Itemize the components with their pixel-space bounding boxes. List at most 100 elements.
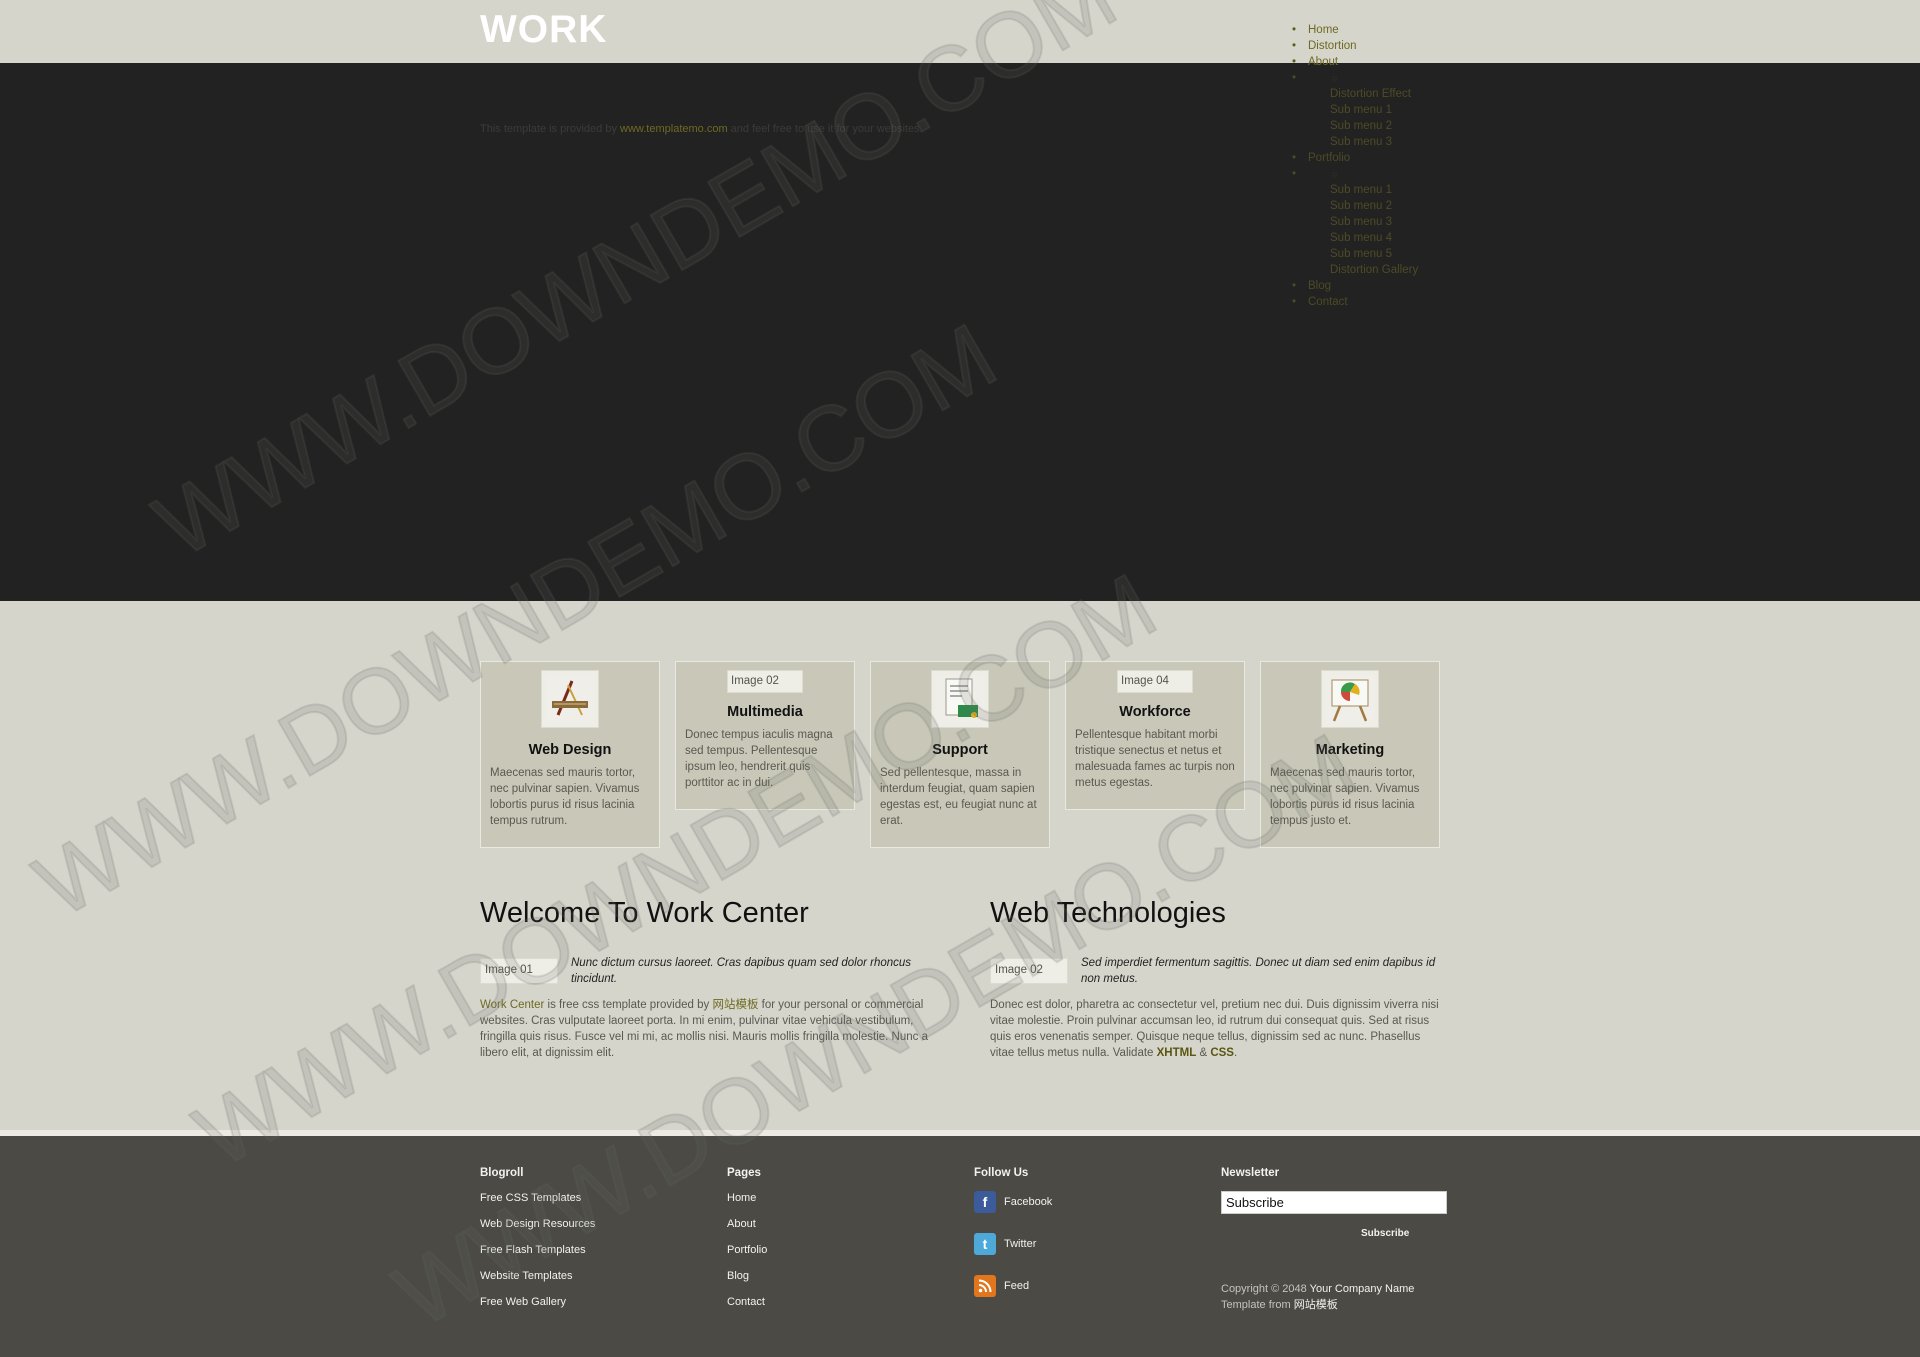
menu-item-label: Blog <box>1308 280 1332 292</box>
service-title: Multimedia <box>727 704 803 720</box>
menu-item-home[interactable]: Home <box>1290 22 1418 38</box>
follow-label: Feed <box>1004 1280 1030 1292</box>
submenu-item-label: Sub menu 5 <box>1330 248 1393 260</box>
submenu-item[interactable]: Sub menu 1 <box>1308 102 1418 118</box>
portfolio-submenu: Sub menu 1 Sub menu 2 Sub menu 3 Sub men… <box>1290 166 1418 278</box>
footer-heading: Blogroll <box>480 1167 524 1179</box>
menu-item-label: Home <box>1308 24 1339 36</box>
feed-link[interactable]: Feed <box>974 1265 1052 1307</box>
service-box-support: Support Sed pellentesque, massa in inter… <box>870 661 1050 848</box>
service-box-marketing: Marketing Maecenas sed mauris tortor, ne… <box>1260 661 1440 848</box>
about-submenu: Distortion Effect Sub menu 1 Sub menu 2 … <box>1290 70 1418 150</box>
template-credit-line: Template from 网站模板 <box>1221 1297 1414 1313</box>
pages-link-blog[interactable]: Blog <box>727 1270 767 1296</box>
menu-item-blog[interactable]: Blog <box>1290 278 1418 294</box>
footer-blogroll: Blogroll Free CSS Templates Web Design R… <box>480 1167 595 1322</box>
blogroll-link[interactable]: Free CSS Templates <box>480 1192 595 1218</box>
pages-link-contact[interactable]: Contact <box>727 1296 767 1322</box>
menu-item-contact[interactable]: Contact <box>1290 294 1418 310</box>
copyright: Copyright © 2048 Your Company Name Templ… <box>1221 1281 1414 1313</box>
main-menu: Home Distortion About Distortion Effect … <box>1290 22 1418 310</box>
tech-text-part: . <box>1233 1047 1238 1059</box>
submenu-placeholder <box>1308 70 1418 86</box>
template-credit-link[interactable]: 网站模板 <box>1294 1299 1338 1311</box>
submenu-item-label: Sub menu 4 <box>1330 232 1393 244</box>
rss-icon <box>974 1275 996 1297</box>
submenu-item[interactable]: Distortion Gallery <box>1308 262 1418 278</box>
pages-link-home[interactable]: Home <box>727 1192 767 1218</box>
welcome-title: Welcome To Work Center <box>480 897 809 929</box>
service-box-workforce: Image 04 Workforce Pellentesque habitant… <box>1065 661 1245 810</box>
facebook-link[interactable]: f Facebook <box>974 1181 1052 1223</box>
menu-item-distortion[interactable]: Distortion <box>1290 38 1418 54</box>
follow-label: Facebook <box>1004 1196 1053 1208</box>
footer-follow: Follow Us f Facebook t Twitter Feed <box>974 1167 1052 1307</box>
pages-link-portfolio[interactable]: Portfolio <box>727 1244 767 1270</box>
submenu-item-label: Sub menu 1 <box>1330 184 1393 196</box>
service-title: Web Design <box>528 742 612 758</box>
newsletter-email-input[interactable] <box>1221 1191 1447 1214</box>
css-validate-link[interactable]: CSS <box>1210 1047 1234 1059</box>
blogroll-link[interactable]: Free Flash Templates <box>480 1244 595 1270</box>
xhtml-validate-link[interactable]: XHTML <box>1157 1047 1197 1059</box>
submenu-item[interactable]: Sub menu 3 <box>1308 214 1418 230</box>
blogroll-link[interactable]: Web Design Resources <box>480 1218 595 1244</box>
submenu-item-label: Sub menu 2 <box>1330 200 1393 212</box>
submenu-item-label: Distortion Effect <box>1330 88 1411 100</box>
header-bar: WORK <box>0 0 1920 63</box>
service-text: Maecenas sed mauris tortor, nec pulvinar… <box>490 767 640 827</box>
welcome-text-part: is free css template provided by <box>544 999 713 1011</box>
submenu-item-label: Sub menu 3 <box>1330 216 1393 228</box>
twitter-icon: t <box>974 1233 996 1255</box>
service-box-multimedia: Image 02 Multimedia Donec tempus iaculis… <box>675 661 855 810</box>
site-title: WORK <box>480 8 608 51</box>
templatemo-link[interactable]: www.templatemo.com <box>620 123 728 135</box>
presentation-easel-icon <box>1321 670 1379 728</box>
web-design-tools-icon <box>541 670 599 728</box>
welcome-text: Work Center is free css template provide… <box>480 997 935 1061</box>
submenu-item[interactable]: Sub menu 3 <box>1308 134 1418 150</box>
tech-text: Donec est dolor, pharetra ac consectetur… <box>990 997 1445 1061</box>
blogroll-link[interactable]: Website Templates <box>480 1270 595 1296</box>
menu-item-portfolio[interactable]: Portfolio <box>1290 150 1418 166</box>
banner: This template is provided by www.templat… <box>0 63 1920 601</box>
banner-note: This template is provided by www.templat… <box>480 123 923 135</box>
submenu-item[interactable]: Sub menu 4 <box>1308 230 1418 246</box>
copyright-text: Copyright © 2048 <box>1221 1283 1307 1295</box>
tech-image: Image 02 <box>990 958 1068 984</box>
watermark-text: WWW.DOWNDEMO.COM <box>179 555 1173 1188</box>
submenu-item[interactable]: Sub menu 2 <box>1308 118 1418 134</box>
menu-item-label: Contact <box>1308 296 1348 308</box>
multimedia-image: Image 02 <box>727 670 803 693</box>
copyright-line: Copyright © 2048 Your Company Name <box>1221 1281 1414 1297</box>
document-icon <box>931 670 989 728</box>
service-text: Maecenas sed mauris tortor, nec pulvinar… <box>1270 767 1420 827</box>
submenu-item[interactable]: Distortion Effect <box>1308 86 1418 102</box>
blogroll-link[interactable]: Free Web Gallery <box>480 1296 595 1322</box>
pages-link-about[interactable]: About <box>727 1218 767 1244</box>
work-center-link[interactable]: Work Center <box>480 999 544 1011</box>
service-text: Sed pellentesque, massa in interdum feug… <box>880 767 1037 827</box>
footer-newsletter: Newsletter Subscribe <box>1221 1167 1447 1239</box>
submenu-item[interactable]: Sub menu 2 <box>1308 198 1418 214</box>
footer-heading: Newsletter <box>1221 1167 1280 1179</box>
workforce-image: Image 04 <box>1117 670 1193 693</box>
menu-item-about[interactable]: About <box>1290 54 1418 70</box>
submenu-item[interactable]: Sub menu 5 <box>1308 246 1418 262</box>
welcome-image: Image 01 <box>480 958 558 984</box>
service-title: Support <box>932 742 988 758</box>
follow-label: Twitter <box>1004 1238 1037 1250</box>
submenu-item-label: Sub menu 1 <box>1330 104 1393 116</box>
twitter-link[interactable]: t Twitter <box>974 1223 1052 1265</box>
footer <box>0 1136 1920 1357</box>
template-site-link[interactable]: 网站模板 <box>712 999 758 1011</box>
submenu-item[interactable]: Sub menu 1 <box>1308 182 1418 198</box>
subscribe-button[interactable]: Subscribe <box>1361 1228 1409 1239</box>
menu-item-label: About <box>1308 56 1339 68</box>
welcome-quote: Nunc dictum cursus laoreet. Cras dapibus… <box>571 957 912 985</box>
banner-note-text: This template is provided by <box>480 123 617 135</box>
submenu-item-label: Distortion Gallery <box>1330 264 1419 276</box>
facebook-icon: f <box>974 1191 996 1213</box>
menu-item-label: Portfolio <box>1308 152 1351 164</box>
company-link[interactable]: Your Company Name <box>1310 1283 1415 1295</box>
